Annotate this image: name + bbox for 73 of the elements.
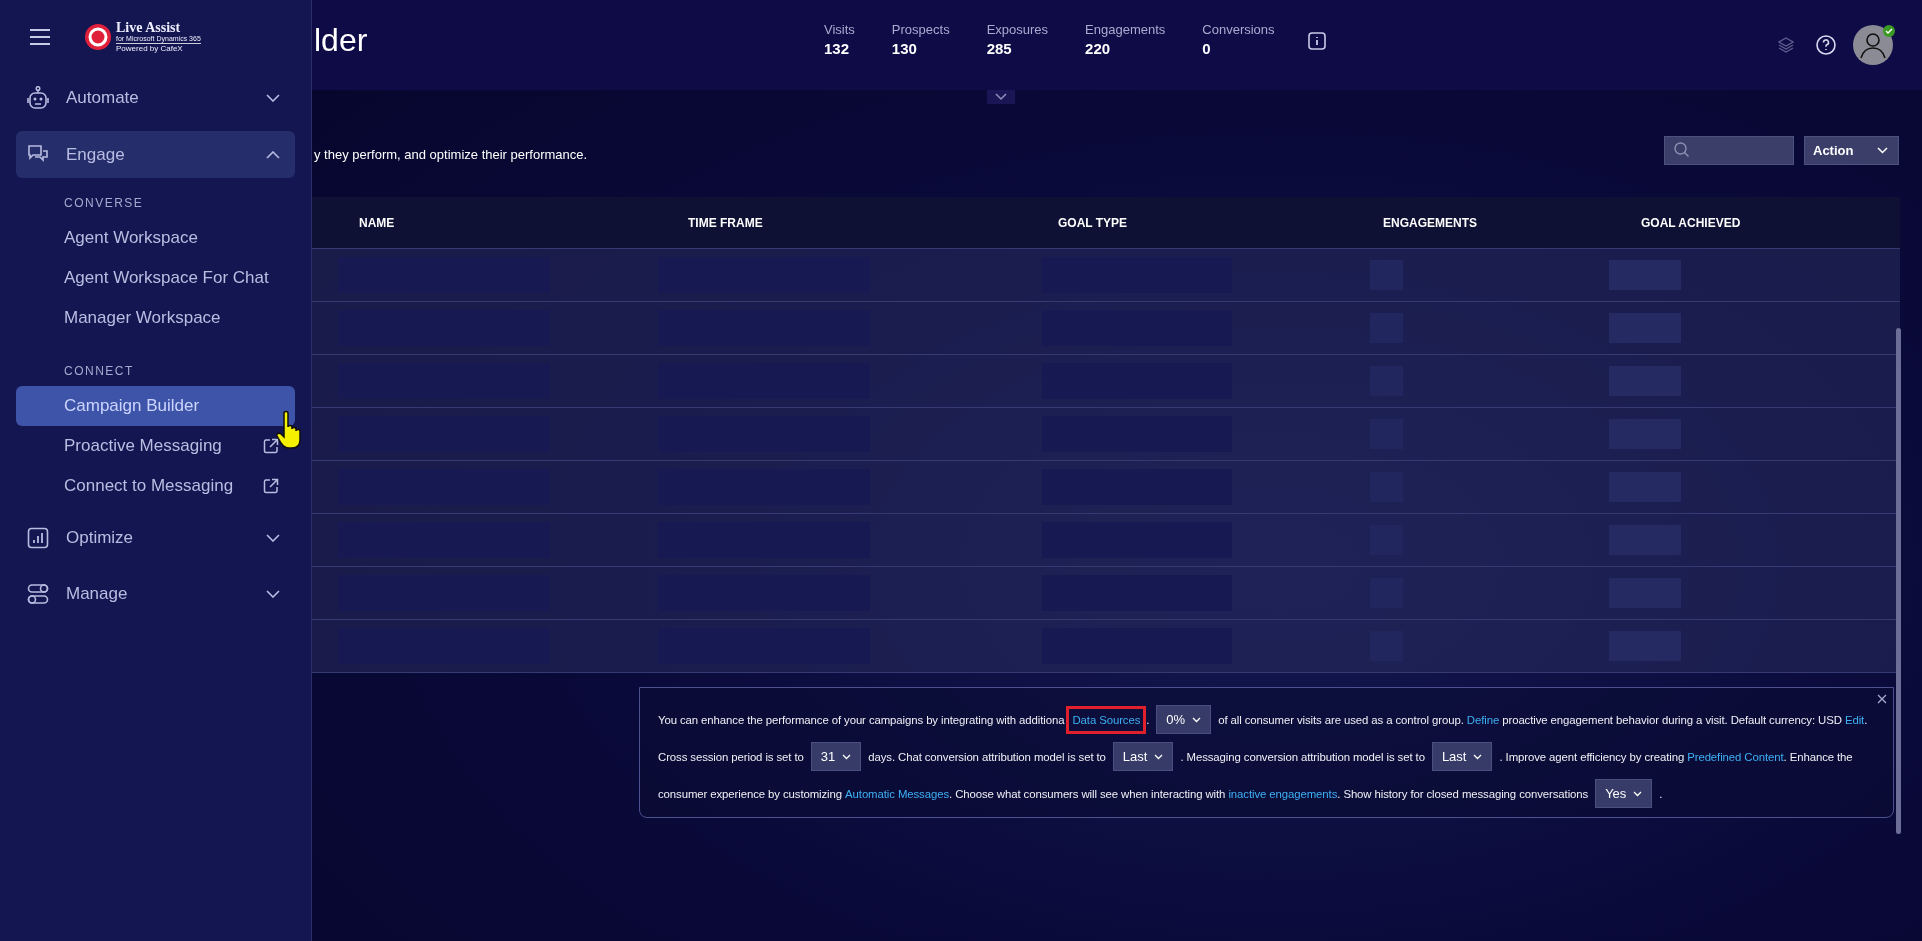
chevron-down-icon — [1192, 716, 1202, 723]
collapse-tab[interactable] — [987, 90, 1015, 104]
page-description: y they perform, and optimize their performance. — [314, 146, 589, 162]
bar-chart-icon — [27, 527, 49, 549]
table-row[interactable] — [312, 301, 1900, 354]
logo-title: Live Assist — [116, 21, 182, 35]
dropdown[interactable]: 31 — [810, 742, 862, 771]
nav-item[interactable]: Campaign Builder — [16, 386, 295, 426]
dropdown[interactable]: 0% — [1156, 705, 1212, 734]
dropdown[interactable]: Last — [1431, 742, 1493, 771]
stat-value: 285 — [986, 39, 1013, 57]
action-dropdown[interactable]: Action — [1804, 135, 1899, 165]
status-check-icon — [1883, 25, 1895, 37]
nav-item[interactable]: Agent Workspace — [16, 218, 295, 258]
column-header[interactable]: TIME FRAME — [658, 215, 1042, 230]
link[interactable]: Automatic Messages — [845, 787, 949, 800]
stat-value: 132 — [824, 39, 851, 57]
chevron-down-icon — [266, 94, 280, 102]
lifebuoy-icon — [84, 23, 112, 51]
chevron-down-icon — [995, 93, 1007, 101]
nav-item[interactable]: Manager Workspace — [16, 298, 295, 338]
chevron-down-icon — [266, 534, 280, 542]
link[interactable]: Data Sources — [1066, 705, 1147, 734]
robot-icon — [27, 86, 49, 110]
layers-icon[interactable] — [1778, 37, 1794, 53]
chevron-down-icon — [1877, 146, 1888, 154]
nav-item[interactable]: Agent Workspace For Chat — [16, 258, 295, 298]
info-icon[interactable] — [1307, 32, 1326, 50]
dropdown[interactable]: Last — [1112, 742, 1174, 771]
stat-label: Exposures — [986, 21, 1049, 37]
stat-value: 130 — [891, 39, 918, 57]
stat-label: Prospects — [891, 21, 950, 37]
stat-label: Engagements — [1085, 21, 1166, 37]
nav-group[interactable]: Engage — [16, 131, 295, 178]
dropdown[interactable]: Yes — [1595, 779, 1653, 808]
column-header[interactable]: GOAL TYPE — [1042, 215, 1370, 230]
info-text: consumer experience by customizing Automatic Messages. Choose what consumers will see when interacting with inactive engagements. Show history for closed messaging conversations Yes . — [658, 775, 1663, 812]
toggles-icon — [27, 583, 49, 605]
stat-value: 220 — [1085, 39, 1112, 57]
search-icon — [1674, 142, 1690, 158]
column-header[interactable]: NAME — [312, 215, 658, 230]
link[interactable]: Define — [1466, 713, 1500, 726]
scrollbar[interactable] — [1896, 328, 1901, 834]
info-text: Cross session period is set to 31 days. Chat conversion attribution model is set to Last . Messaging conversion attribution model is set to Last . Improve agent efficiency by creating Predefined Content. Enhance the — [658, 738, 1853, 775]
chevron-down-icon — [1633, 790, 1643, 797]
nav-group[interactable]: Automate — [16, 74, 295, 122]
menu-icon[interactable] — [30, 29, 50, 45]
close-icon[interactable] — [1877, 694, 1887, 704]
search-field[interactable] — [1664, 135, 1794, 165]
column-header[interactable]: GOAL ACHIEVED — [1609, 215, 1900, 230]
external-link-icon — [263, 438, 279, 454]
table-row[interactable] — [312, 248, 1900, 301]
chevron-down-icon — [1473, 753, 1483, 760]
chevron-up-icon — [266, 150, 280, 159]
section-heading: CONVERSE — [63, 195, 145, 212]
nav-group[interactable]: Manage — [16, 570, 295, 618]
external-link-icon — [263, 478, 279, 494]
column-header[interactable]: ENGAGEMENTS — [1370, 215, 1609, 230]
link[interactable]: Predefined Content — [1687, 750, 1784, 763]
chevron-down-icon — [266, 590, 280, 598]
help-icon[interactable] — [1816, 35, 1836, 55]
section-heading: CONNECT — [63, 363, 135, 380]
nav-group[interactable]: Optimize — [16, 514, 295, 562]
info-text: You can enhance the performance of your campaigns by integrating with additiona Data Sources . 0% of all consumer visits are used as a control group. Define proactive engagement behavior during a visit. Default currency: USD Edit. — [658, 701, 1868, 738]
stat-value: 0 — [1202, 39, 1212, 57]
stat-label: Visits — [824, 21, 855, 37]
page-title: lder — [314, 21, 369, 59]
chevron-down-icon — [842, 753, 852, 760]
chevron-down-icon — [1154, 753, 1164, 760]
logo-credit: Powered by CafeX — [116, 44, 184, 53]
user-avatar-icon[interactable] — [1853, 25, 1893, 65]
nav-item[interactable]: Connect to Messaging — [16, 466, 295, 506]
stat-label: Conversions — [1202, 21, 1275, 37]
